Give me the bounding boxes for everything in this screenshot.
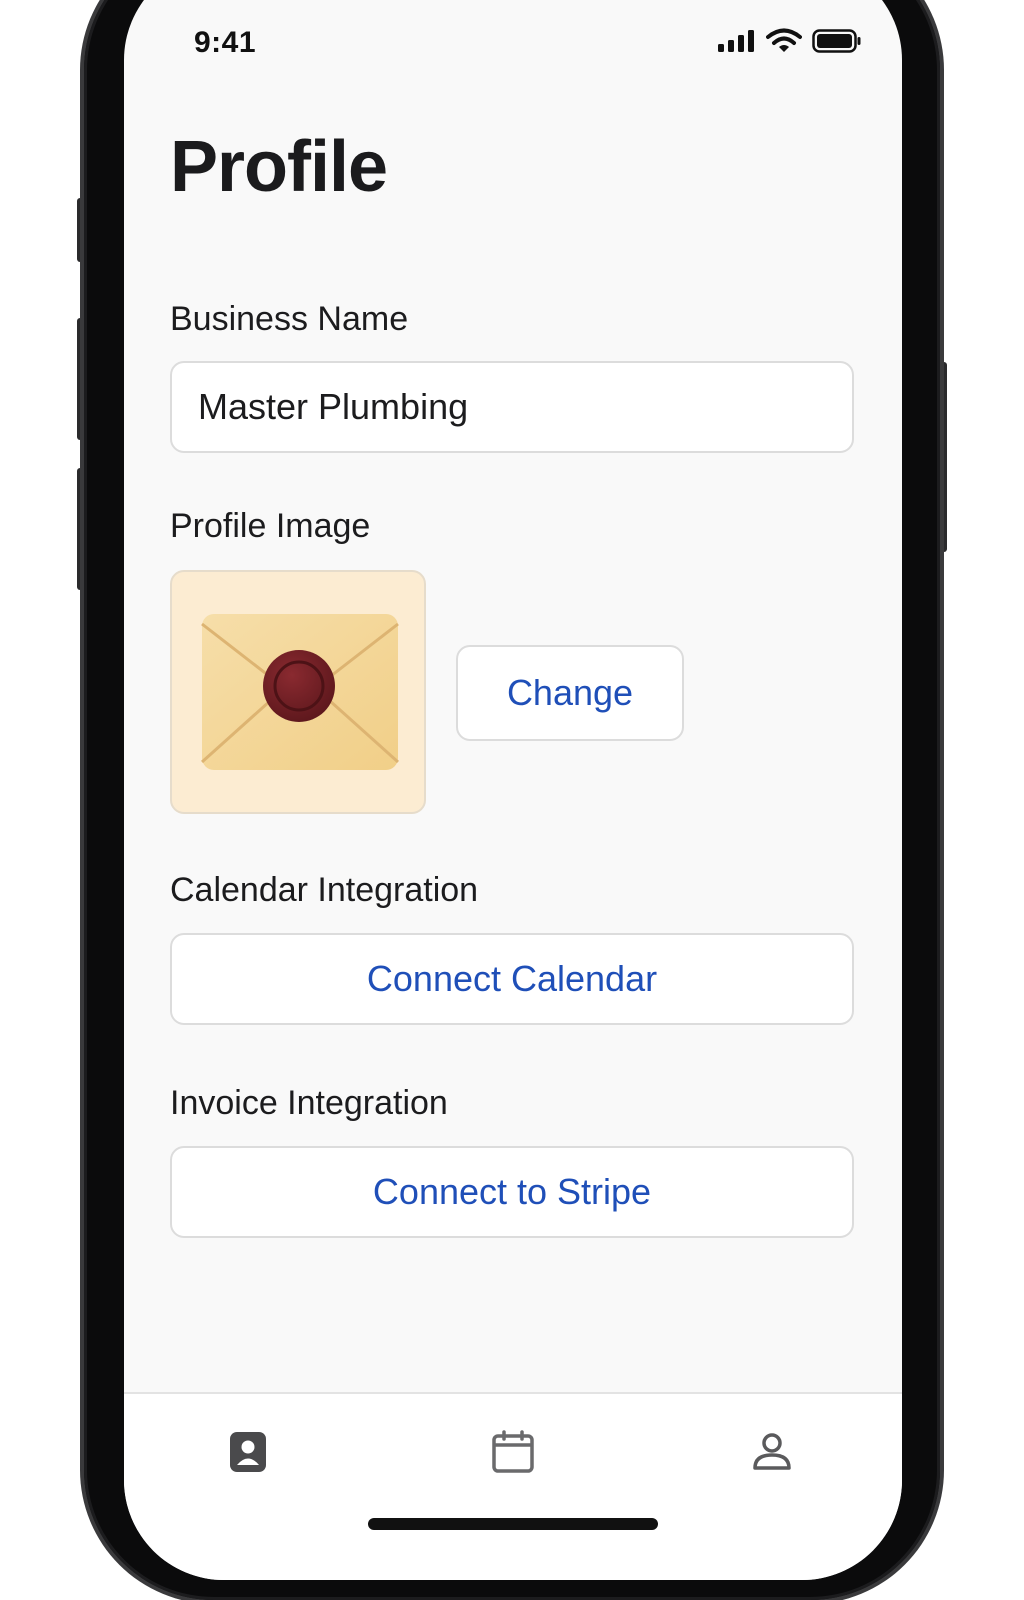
status-bar: 9:41 xyxy=(124,0,902,60)
business-name-label: Business Name xyxy=(170,300,409,338)
connect-stripe-button[interactable]: Connect to Stripe xyxy=(170,1146,854,1238)
invoice-integration-label: Invoice Integration xyxy=(170,1084,448,1122)
status-time: 9:41 xyxy=(194,26,257,59)
sealed-envelope-image xyxy=(200,614,400,770)
tab-bar xyxy=(124,1392,902,1580)
home-indicator xyxy=(368,1518,658,1530)
phone-screen: 9:41 Profile Business Name Master Plumbi… xyxy=(124,0,902,1580)
status-icons xyxy=(718,28,862,59)
tab-account[interactable] xyxy=(742,1424,802,1484)
page-title: Profile xyxy=(170,127,388,207)
calendar-integration-label: Calendar Integration xyxy=(170,871,479,909)
business-name-value: Master Plumbing xyxy=(198,386,469,427)
cellular-signal-icon xyxy=(718,29,756,58)
profile-image-label: Profile Image xyxy=(170,507,371,545)
business-name-input[interactable]: Master Plumbing xyxy=(170,361,854,453)
tab-calendar[interactable] xyxy=(483,1424,543,1484)
calendar-icon xyxy=(491,1429,535,1479)
person-icon xyxy=(750,1430,794,1479)
tab-profile[interactable] xyxy=(218,1424,278,1484)
connect-calendar-button[interactable]: Connect Calendar xyxy=(170,933,854,1025)
profile-card-icon xyxy=(226,1430,270,1479)
power-button xyxy=(939,362,947,552)
battery-icon xyxy=(812,29,862,58)
wifi-icon xyxy=(766,28,802,59)
change-image-button[interactable]: Change xyxy=(456,645,684,741)
profile-image-preview xyxy=(170,570,426,814)
